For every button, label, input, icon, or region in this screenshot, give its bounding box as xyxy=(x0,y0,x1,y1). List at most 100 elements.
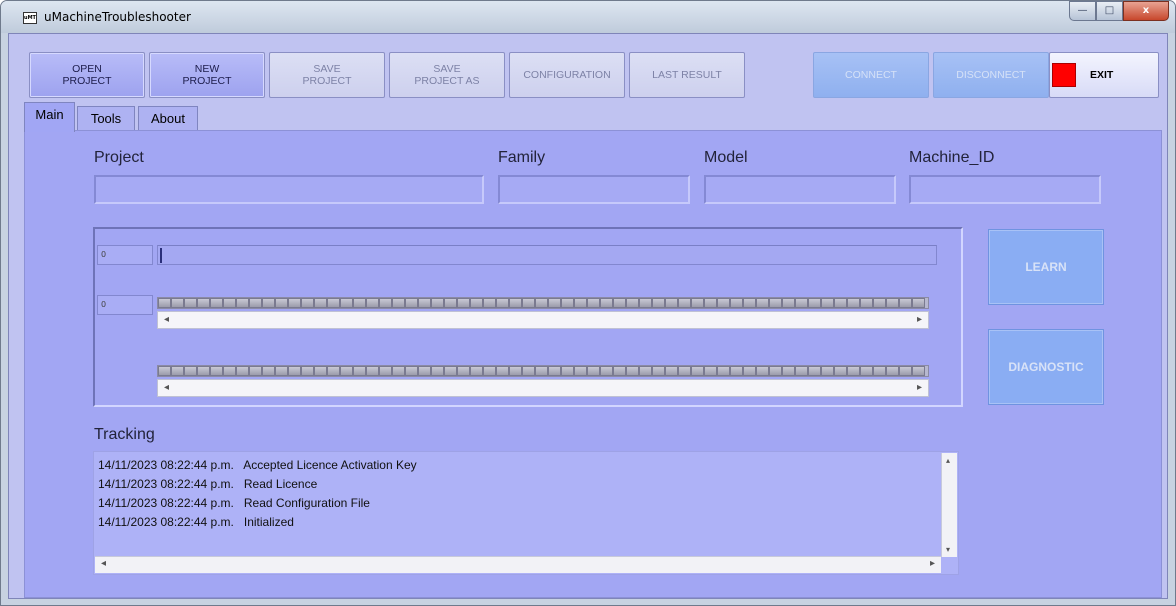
scroll-left-icon[interactable]: ◂ xyxy=(164,314,169,325)
led-indicator xyxy=(600,366,613,376)
open-project-button[interactable]: OPEN PROJECT xyxy=(29,52,145,98)
led-indicator xyxy=(210,366,223,376)
machine-id-label: Machine_ID xyxy=(909,149,995,166)
led-indicator xyxy=(392,366,405,376)
led-indicator xyxy=(249,366,262,376)
log-line: 14/11/2023 08:22:44 p.m. Initialized xyxy=(98,515,294,529)
led-indicator xyxy=(236,298,249,308)
tracking-label: Tracking xyxy=(94,426,155,443)
led-indicator xyxy=(418,366,431,376)
machine-id-field[interactable] xyxy=(909,175,1101,204)
led-indicator xyxy=(457,298,470,308)
led-indicator xyxy=(639,298,652,308)
led-indicator xyxy=(847,366,860,376)
model-field[interactable] xyxy=(704,175,896,204)
led-indicator xyxy=(197,366,210,376)
tab-main[interactable]: Main xyxy=(24,102,75,132)
tab-tools[interactable]: Tools xyxy=(77,106,135,132)
save-project-as-button[interactable]: SAVE PROJECT AS xyxy=(389,52,505,98)
log-line: 14/11/2023 08:22:44 p.m. Read Configurat… xyxy=(98,496,370,510)
led-indicator xyxy=(366,298,379,308)
family-label: Family xyxy=(498,149,546,166)
tracking-horizontal-scrollbar[interactable]: ◂ ▸ xyxy=(95,556,941,573)
led-indicator xyxy=(405,366,418,376)
progress-fill xyxy=(160,248,162,263)
led-indicator xyxy=(444,298,457,308)
scroll-right-icon[interactable]: ▸ xyxy=(930,558,935,569)
led-indicator xyxy=(171,366,184,376)
led-indicator xyxy=(821,298,834,308)
led-indicator xyxy=(496,298,509,308)
led-indicator xyxy=(587,298,600,308)
scroll-up-icon[interactable]: ▴ xyxy=(946,456,950,465)
led-indicator xyxy=(444,366,457,376)
led-indicator xyxy=(561,366,574,376)
scroll-down-icon[interactable]: ▾ xyxy=(946,545,950,554)
led-indicator xyxy=(873,298,886,308)
new-project-button[interactable]: NEW PROJECT xyxy=(149,52,265,98)
learn-button[interactable]: LEARN xyxy=(988,229,1104,305)
minimize-button[interactable]: — xyxy=(1069,1,1096,21)
led-indicator xyxy=(665,366,678,376)
family-field[interactable] xyxy=(498,175,690,204)
project-label: Project xyxy=(94,149,144,166)
led-indicator xyxy=(561,298,574,308)
last-result-button[interactable]: LAST RESULT xyxy=(629,52,745,98)
led-indicator xyxy=(392,298,405,308)
led-indicator xyxy=(756,366,769,376)
led-indicator xyxy=(340,366,353,376)
led-indicator xyxy=(158,298,171,308)
exit-button[interactable]: EXIT xyxy=(1049,52,1159,98)
led-indicator xyxy=(314,366,327,376)
led-indicator xyxy=(405,298,418,308)
led-indicator xyxy=(782,298,795,308)
led-indicator xyxy=(808,298,821,308)
tracking-log[interactable]: 14/11/2023 08:22:44 p.m. Accepted Licenc… xyxy=(93,451,959,575)
led-indicator xyxy=(158,366,171,376)
scroll-left-icon[interactable]: ◂ xyxy=(164,382,169,393)
led-indicator xyxy=(717,298,730,308)
led-row-1-scrollbar[interactable]: ◂ ▸ xyxy=(157,311,929,329)
connect-button[interactable]: CONNECT xyxy=(813,52,929,98)
led-indicator xyxy=(470,298,483,308)
led-indicator xyxy=(275,366,288,376)
led-indicator xyxy=(262,298,275,308)
led-indicator xyxy=(418,298,431,308)
disconnect-button[interactable]: DISCONNECT xyxy=(933,52,1049,98)
title-bar[interactable]: uMT uMachineTroubleshooter — □ x xyxy=(1,1,1175,33)
led-indicator xyxy=(535,298,548,308)
led-indicator xyxy=(912,366,925,376)
led-indicator xyxy=(223,298,236,308)
tab-about[interactable]: About xyxy=(138,106,198,132)
exit-indicator-icon xyxy=(1052,63,1076,87)
led-indicator xyxy=(834,366,847,376)
scroll-right-icon[interactable]: ▸ xyxy=(917,382,922,393)
tracking-vertical-scrollbar[interactable]: ▴ ▾ xyxy=(941,453,957,557)
main-tab-panel: Project Family Model Machine_ID 0 0 ◂ ▸ xyxy=(24,130,1162,598)
led-indicator xyxy=(678,298,691,308)
save-project-button[interactable]: SAVE PROJECT xyxy=(269,52,385,98)
close-button[interactable]: x xyxy=(1123,1,1169,21)
led-indicator xyxy=(574,366,587,376)
led-indicator xyxy=(743,298,756,308)
led-indicator xyxy=(639,366,652,376)
configuration-button[interactable]: CONFIGURATION xyxy=(509,52,625,98)
project-field[interactable] xyxy=(94,175,484,204)
led-indicator xyxy=(548,366,561,376)
log-line: 14/11/2023 08:22:44 p.m. Accepted Licenc… xyxy=(98,458,417,472)
led-indicator xyxy=(860,298,873,308)
led-indicator xyxy=(691,366,704,376)
led-indicator xyxy=(288,366,301,376)
led-row-2-scrollbar[interactable]: ◂ ▸ xyxy=(157,379,929,397)
client-area: OPEN PROJECT NEW PROJECT SAVE PROJECT SA… xyxy=(8,33,1168,599)
scroll-left-icon[interactable]: ◂ xyxy=(101,558,106,569)
led-indicator xyxy=(197,298,210,308)
led-indicator xyxy=(275,298,288,308)
app-icon: uMT xyxy=(23,12,37,24)
maximize-button[interactable]: □ xyxy=(1096,1,1123,21)
diagnostic-button[interactable]: DIAGNOSTIC xyxy=(988,329,1104,405)
exit-label: EXIT xyxy=(1090,69,1114,81)
signal-progress-bar xyxy=(157,245,937,265)
led-indicator xyxy=(652,366,665,376)
scroll-right-icon[interactable]: ▸ xyxy=(917,314,922,325)
